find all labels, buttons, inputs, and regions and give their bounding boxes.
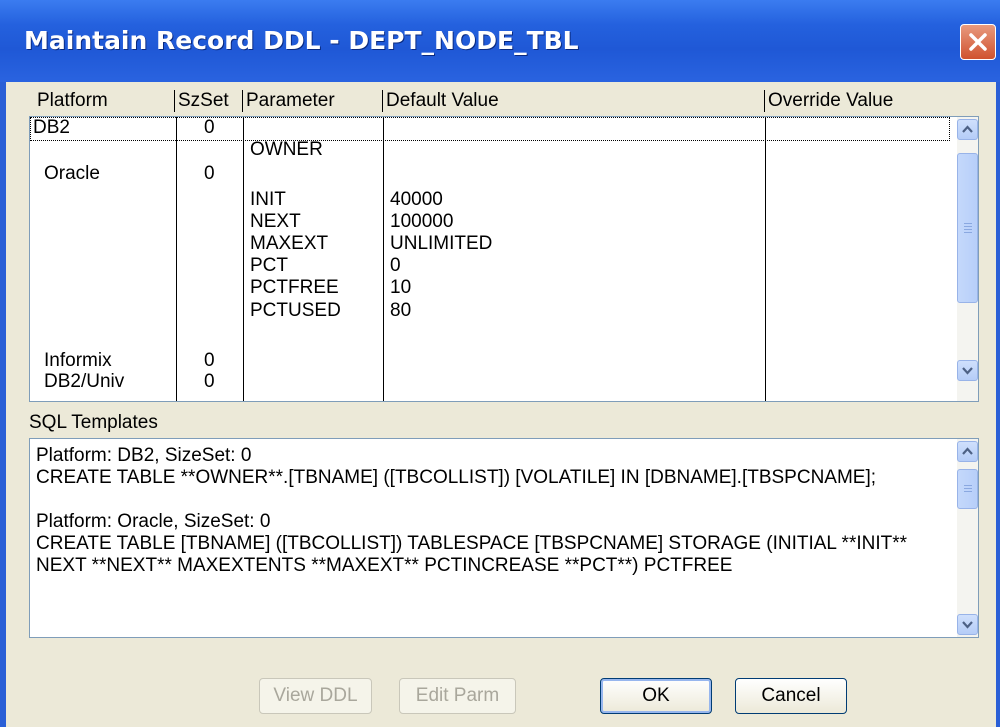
column-separator[interactable]: [764, 90, 765, 112]
column-header-parameter[interactable]: Parameter: [246, 90, 335, 112]
close-button[interactable]: [960, 24, 996, 60]
dialog-client-area: Platform SzSet Parameter Default Value O…: [6, 82, 996, 727]
cell-parameter[interactable]: PCT: [250, 255, 288, 277]
cell-sizeset[interactable]: 0: [204, 371, 215, 393]
cell-parameter[interactable]: INIT: [250, 189, 286, 211]
cell-platform[interactable]: DB2: [33, 117, 70, 139]
column-line: [243, 117, 244, 401]
title-bar[interactable]: Maintain Record DDL - DEPT_NODE_TBL: [0, 0, 1000, 82]
cell-default-value[interactable]: 80: [390, 300, 411, 322]
cell-sizeset[interactable]: 0: [204, 117, 215, 139]
sql-templates-text[interactable]: Platform: DB2, SizeSet: 0 CREATE TABLE *…: [36, 445, 946, 577]
grid-header: Platform SzSet Parameter Default Value O…: [29, 84, 979, 116]
cell-platform[interactable]: Oracle: [44, 163, 100, 185]
sql-templates-label: SQL Templates: [29, 412, 158, 433]
grip-line: [964, 488, 972, 489]
grid-scroll-down-button[interactable]: [957, 360, 978, 381]
cell-default-value[interactable]: 0: [390, 255, 401, 277]
grip-line: [964, 223, 972, 224]
grip-line: [964, 229, 972, 230]
close-icon: [969, 33, 987, 51]
cell-parameter[interactable]: MAXEXT: [250, 233, 328, 255]
cell-default-value[interactable]: 10: [390, 277, 411, 299]
view-ddl-button[interactable]: View DDL: [259, 678, 372, 714]
grid-body[interactable]: DB2 0 OWNER Oracle 0 INIT 40000 NEXT 100…: [29, 116, 979, 402]
cell-default-value[interactable]: 100000: [390, 211, 453, 233]
edit-parm-button[interactable]: Edit Parm: [399, 678, 516, 714]
dialog-window: Maintain Record DDL - DEPT_NODE_TBL Plat…: [0, 0, 1000, 727]
grip-line: [964, 226, 972, 227]
cell-sizeset[interactable]: 0: [204, 350, 215, 372]
grip-line: [964, 232, 972, 233]
arrow-down-icon: [962, 367, 973, 375]
column-header-platform[interactable]: Platform: [37, 90, 108, 112]
sql-scroll-down-button[interactable]: [957, 614, 978, 635]
column-header-szset[interactable]: SzSet: [178, 90, 229, 112]
column-separator[interactable]: [382, 90, 383, 112]
arrow-down-icon: [962, 621, 973, 629]
cell-sizeset[interactable]: 0: [204, 163, 215, 185]
grip-line: [964, 485, 972, 486]
column-header-override-value[interactable]: Override Value: [768, 90, 893, 112]
sql-scroll-up-button[interactable]: [957, 441, 978, 462]
ok-button[interactable]: OK: [600, 678, 712, 714]
cell-default-value[interactable]: 40000: [390, 189, 443, 211]
parameter-grid: Platform SzSet Parameter Default Value O…: [29, 84, 979, 402]
grip-line: [964, 491, 972, 492]
cancel-button[interactable]: Cancel: [735, 678, 847, 714]
column-line: [765, 117, 766, 401]
column-separator[interactable]: [242, 90, 243, 112]
cell-parameter[interactable]: NEXT: [250, 211, 301, 233]
sql-scroll-thumb[interactable]: [957, 469, 978, 509]
grid-scroll-thumb[interactable]: [957, 153, 978, 303]
column-header-default-value[interactable]: Default Value: [386, 90, 499, 112]
grid-vertical-scrollbar[interactable]: [957, 117, 978, 401]
window-title: Maintain Record DDL - DEPT_NODE_TBL: [24, 26, 579, 55]
cell-default-value[interactable]: UNLIMITED: [390, 233, 492, 255]
cell-parameter[interactable]: OWNER: [250, 139, 323, 161]
grid-scroll-up-button[interactable]: [957, 119, 978, 140]
cell-platform[interactable]: DB2/Univ: [44, 371, 124, 393]
sql-vertical-scrollbar[interactable]: [957, 439, 978, 637]
selected-row-focus[interactable]: [30, 117, 950, 141]
arrow-up-icon: [962, 447, 973, 455]
column-line: [383, 117, 384, 401]
cell-parameter[interactable]: PCTFREE: [250, 277, 339, 299]
cell-platform[interactable]: Informix: [44, 350, 112, 372]
cell-parameter[interactable]: PCTUSED: [250, 300, 341, 322]
sql-templates-textbox[interactable]: Platform: DB2, SizeSet: 0 CREATE TABLE *…: [29, 438, 979, 638]
arrow-up-icon: [962, 125, 973, 133]
column-separator[interactable]: [174, 90, 175, 112]
column-line: [176, 117, 177, 401]
